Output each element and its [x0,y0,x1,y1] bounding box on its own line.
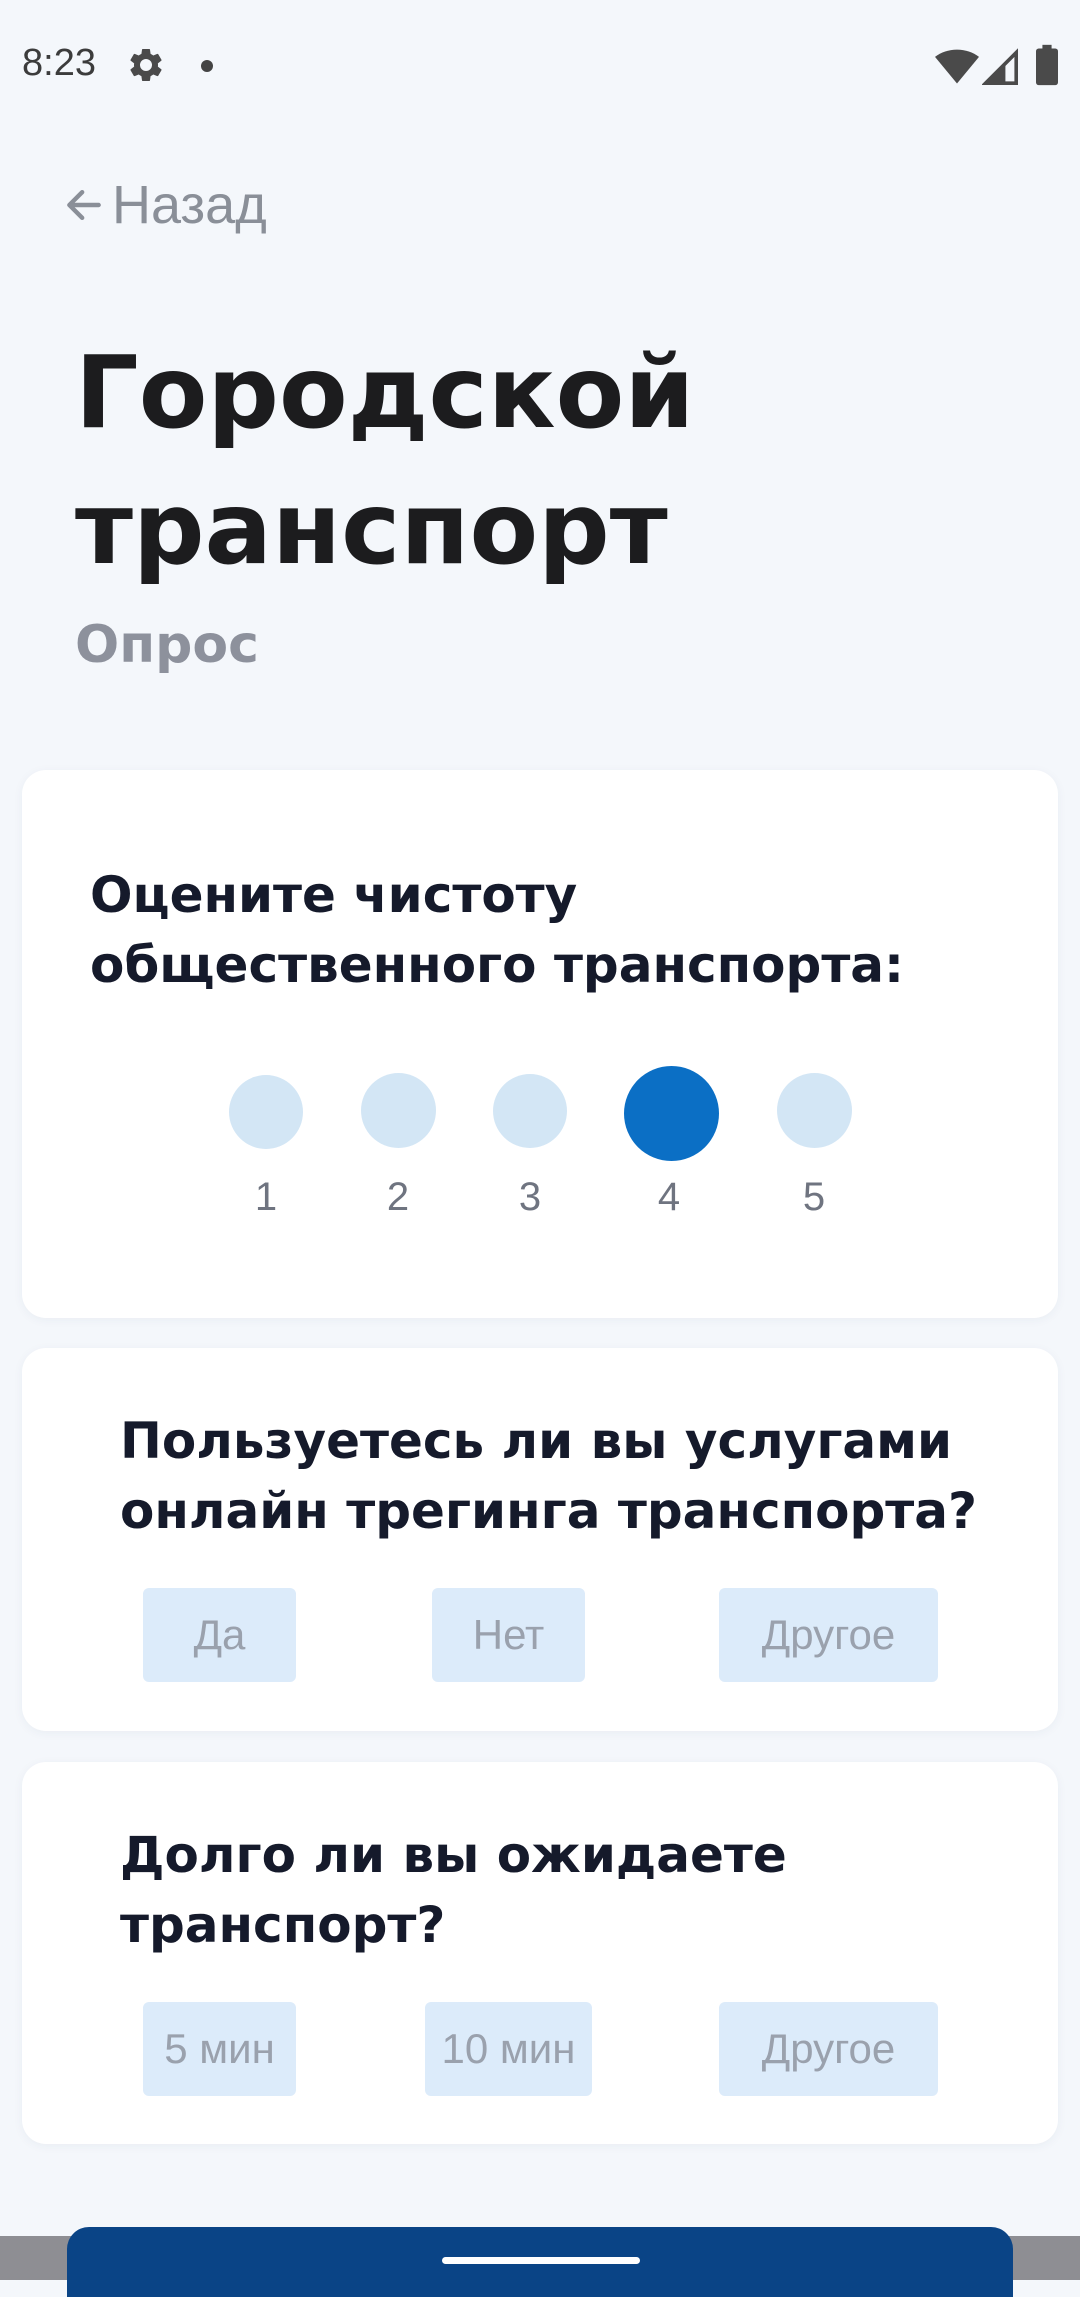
rating-option-5[interactable] [777,1073,852,1148]
question-card-cleanliness: Оцените чистоту общественного транспорта… [22,770,1058,1318]
page-title: Городской транспорт [75,325,975,597]
page-title-line-2: транспорт [75,470,668,587]
question-text: Долго ли вы ожидаете транспорт? [120,1826,787,1954]
option-button-other[interactable]: Другое [719,2002,938,2096]
back-label: Назад [112,175,267,235]
arrow-left-icon [67,189,101,221]
wifi-icon [935,49,979,84]
rating-label-2: 2 [386,1175,410,1219]
rating-option-1[interactable] [229,1075,303,1149]
notification-dot-icon [201,60,213,72]
question-text: Пользуетесь ли вы услугами онлайн трегин… [120,1412,978,1540]
option-button-yes[interactable]: Да [143,1588,296,1682]
status-bar: 8:23 [0,0,1080,135]
page-subtitle: Опрос [75,615,259,675]
rating-option-2[interactable] [361,1073,436,1148]
status-time: 8:23 [22,42,96,84]
option-button-5-min[interactable]: 5 мин [143,2002,296,2096]
rating-option-3[interactable] [493,1074,567,1148]
battery-icon [1036,44,1058,86]
option-button-no[interactable]: Нет [432,1588,585,1682]
rating-scale: 1 2 3 4 5 [22,770,1058,1318]
option-button-other[interactable]: Другое [719,1588,938,1682]
rating-option-4[interactable] [624,1066,719,1161]
signal-icon [982,48,1018,85]
back-button[interactable]: Назад [62,170,267,240]
question-card-online-tracking: Пользуетесь ли вы услугами онлайн трегин… [22,1348,1058,1731]
rating-label-4: 4 [657,1175,681,1219]
home-indicator[interactable] [442,2257,640,2264]
option-button-10-min[interactable]: 10 мин [425,2002,592,2096]
page-title-line-1: Городской [75,334,695,451]
settings-icon [130,48,162,81]
rating-label-5: 5 [802,1175,826,1219]
question-card-waiting-time: Долго ли вы ожидаете транспорт? 5 мин 10… [22,1762,1058,2144]
rating-label-1: 1 [254,1175,278,1219]
rating-label-3: 3 [518,1175,542,1219]
